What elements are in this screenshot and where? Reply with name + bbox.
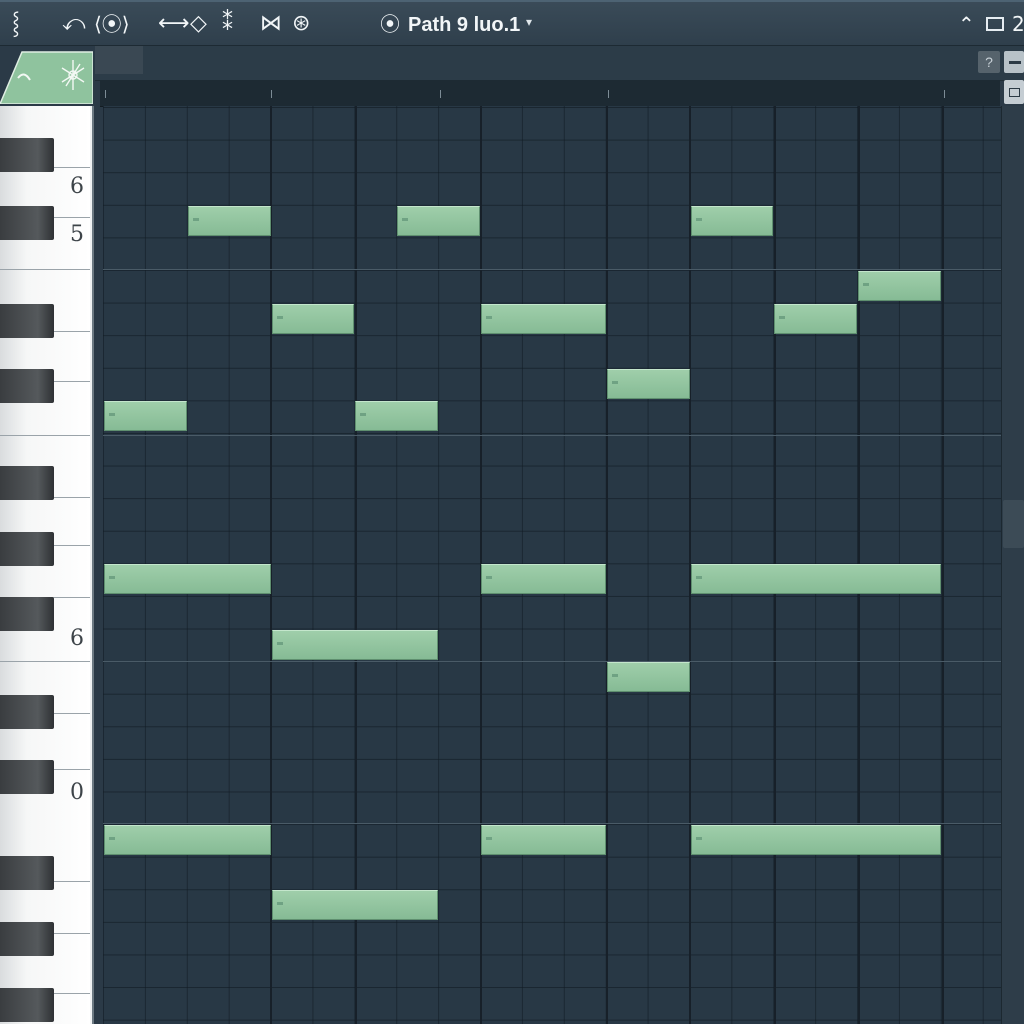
- piano-keyboard[interactable]: 6 5 6 0: [0, 106, 94, 1024]
- minimize-icon: [1009, 61, 1021, 64]
- beat-line: [606, 106, 608, 1024]
- black-key[interactable]: [0, 369, 54, 403]
- tool-icon-1[interactable]: ⟨⦿⟩: [94, 9, 130, 39]
- tool-icon-4[interactable]: ⁑: [222, 9, 233, 39]
- note[interactable]: [271, 890, 439, 921]
- black-key[interactable]: [0, 922, 54, 956]
- channel-tab[interactable]: [0, 48, 94, 105]
- vertical-scrollbar[interactable]: [1001, 106, 1024, 1024]
- note[interactable]: [690, 205, 774, 236]
- tool-icon-2[interactable]: ⟷: [158, 9, 190, 39]
- note[interactable]: [481, 825, 606, 856]
- black-key[interactable]: [0, 532, 54, 566]
- header-strip: [95, 46, 1024, 81]
- chevron-down-icon[interactable]: ▾: [526, 15, 532, 29]
- chevron-up-icon[interactable]: ⌃: [958, 9, 975, 39]
- restore-button[interactable]: [1004, 80, 1024, 104]
- beat-line: [942, 106, 944, 1024]
- note[interactable]: [104, 401, 187, 432]
- note[interactable]: [355, 401, 439, 432]
- scrollbar-thumb[interactable]: [1003, 500, 1024, 548]
- toolbar: ⸾ ⤺ ⟨⦿⟩ ⟷ ◇ ⁑ ⋈ ⊛ ⦿ Path 9 luo.1 ▾ ⌃ 2: [0, 0, 1024, 46]
- info-icon[interactable]: ⸾: [12, 9, 20, 39]
- black-key[interactable]: [0, 597, 54, 631]
- tool-icon-6[interactable]: ⊛: [292, 9, 310, 39]
- octave-line: [103, 435, 1001, 436]
- restore-icon: [1009, 88, 1020, 97]
- pattern-name: Path 9 luo.1: [408, 14, 521, 36]
- note[interactable]: [271, 303, 355, 334]
- octave-line: [103, 823, 1001, 824]
- beat-line: [355, 106, 357, 1024]
- note[interactable]: [104, 564, 271, 595]
- octave-line: [103, 661, 1001, 662]
- note[interactable]: [271, 629, 439, 660]
- octave-line: [103, 269, 1001, 270]
- pattern-icon: ⦿: [380, 12, 400, 36]
- note[interactable]: [397, 205, 481, 236]
- bar-tick: [608, 90, 609, 98]
- note[interactable]: [104, 825, 271, 856]
- octave-label: 6: [70, 174, 84, 199]
- note-grid[interactable]: [103, 106, 1001, 1024]
- black-key[interactable]: [0, 760, 54, 794]
- black-key[interactable]: [0, 138, 54, 172]
- minimize-button[interactable]: [1004, 51, 1024, 73]
- bar-tick: [271, 90, 272, 98]
- note[interactable]: [481, 564, 606, 595]
- bar-tick: [440, 90, 441, 98]
- black-key[interactable]: [0, 304, 54, 338]
- note[interactable]: [858, 271, 941, 301]
- timeline-ruler[interactable]: [100, 80, 1000, 107]
- tool-icon-5[interactable]: ⋈: [260, 9, 282, 39]
- bar-tick: [105, 90, 106, 98]
- note[interactable]: [690, 564, 941, 595]
- note[interactable]: [690, 825, 941, 856]
- octave-label: 6: [70, 626, 84, 651]
- window-icon[interactable]: [986, 17, 1004, 31]
- note[interactable]: [606, 662, 690, 693]
- black-key[interactable]: [0, 988, 54, 1022]
- undo-icon[interactable]: ⤺: [62, 9, 86, 39]
- octave-label: 5: [70, 222, 84, 247]
- right-label: 2: [1012, 12, 1024, 36]
- black-key[interactable]: [0, 856, 54, 890]
- black-key[interactable]: [0, 695, 54, 729]
- black-key[interactable]: [0, 206, 54, 240]
- header-tab[interactable]: [95, 46, 143, 74]
- black-key[interactable]: [0, 466, 54, 500]
- help-button[interactable]: ?: [978, 51, 1000, 73]
- note[interactable]: [606, 368, 690, 399]
- note[interactable]: [774, 303, 858, 334]
- bar-tick: [944, 90, 945, 98]
- octave-label: 0: [70, 780, 84, 805]
- pattern-selector[interactable]: ⦿ Path 9 luo.1: [380, 9, 520, 39]
- note[interactable]: [481, 303, 606, 334]
- tool-icon-3[interactable]: ◇: [190, 9, 207, 39]
- note[interactable]: [187, 205, 271, 236]
